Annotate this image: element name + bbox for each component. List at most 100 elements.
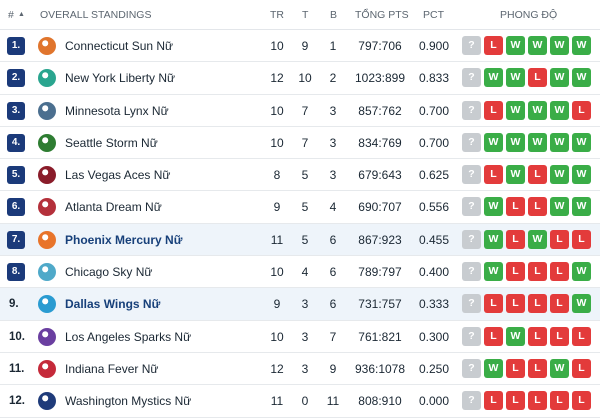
form-result-chip[interactable]: W [572, 36, 591, 55]
upcoming-match-chip[interactable]: ? [462, 165, 481, 185]
form-result-chip[interactable]: L [506, 358, 525, 378]
form-result-chip[interactable]: L [484, 391, 503, 411]
form-result-chip[interactable]: W [484, 132, 503, 152]
form-result-chip[interactable]: L [506, 294, 525, 314]
form-result-chip[interactable]: W [484, 229, 503, 249]
form-result-chip[interactable]: W [550, 36, 569, 55]
team-name-link[interactable]: Seattle Storm Nữ [65, 136, 158, 150]
form-result-chip[interactable]: W [506, 165, 525, 185]
form-result-chip[interactable]: L [550, 294, 569, 314]
team-name-link[interactable]: Chicago Sky Nữ [65, 265, 152, 279]
table-row[interactable]: 7. Phoenix Mercury Nữ 11 5 6 867:923 0.455? W L W… [0, 223, 600, 257]
form-result-chip[interactable]: W [550, 68, 569, 88]
upcoming-match-chip[interactable]: ? [462, 358, 481, 378]
form-result-chip[interactable]: W [484, 262, 503, 282]
form-result-chip[interactable]: W [528, 36, 547, 55]
form-result-chip[interactable]: W [572, 68, 591, 88]
table-row[interactable]: 9. Dallas Wings Nữ 9 3 6 731:757 0.333? L L L L W [0, 288, 600, 321]
team-name-link[interactable]: Washington Mystics Nữ [65, 394, 191, 408]
form-result-chip[interactable]: W [506, 36, 525, 55]
form-result-chip[interactable]: L [572, 358, 591, 378]
form-result-chip[interactable]: W [572, 197, 591, 217]
upcoming-match-chip[interactable]: ? [462, 294, 481, 314]
table-row[interactable]: 1. Connecticut Sun Nữ 10 9 1 797:706 0.900? L W W… [0, 30, 600, 63]
form-result-chip[interactable]: L [550, 229, 569, 249]
upcoming-match-chip[interactable]: ? [462, 326, 481, 346]
upcoming-match-chip[interactable]: ? [462, 132, 481, 152]
wins-header[interactable]: T [302, 9, 308, 21]
losses-header[interactable]: B [330, 9, 337, 21]
form-result-chip[interactable]: W [572, 132, 591, 152]
form-result-chip[interactable]: L [484, 294, 503, 314]
form-result-chip[interactable]: L [528, 326, 547, 346]
form-result-chip[interactable]: W [572, 262, 591, 282]
upcoming-match-chip[interactable]: ? [462, 68, 481, 88]
form-result-chip[interactable]: W [506, 326, 525, 346]
form-result-chip[interactable]: L [528, 358, 547, 378]
team-name-link[interactable]: Connecticut Sun Nữ [65, 39, 173, 53]
form-result-chip[interactable]: L [528, 165, 547, 185]
form-result-chip[interactable]: L [528, 197, 547, 217]
form-result-chip[interactable]: W [550, 100, 569, 120]
team-name-link[interactable]: Indiana Fever Nữ [65, 362, 158, 376]
form-result-chip[interactable]: L [484, 100, 503, 120]
sort-arrow-icon[interactable]: ▲ [18, 11, 25, 18]
table-row[interactable]: 2. New York Liberty Nữ 12 10 2 1023:899 0.833?… [0, 62, 600, 95]
team-name-link[interactable]: Dallas Wings Nữ [65, 297, 160, 311]
rank-header[interactable]: # [8, 9, 14, 21]
form-result-chip[interactable]: L [572, 100, 591, 120]
upcoming-match-chip[interactable]: ? [462, 197, 481, 217]
form-result-chip[interactable]: W [550, 358, 569, 378]
form-result-chip[interactable]: W [506, 100, 525, 120]
form-result-chip[interactable]: L [506, 391, 525, 411]
table-row[interactable]: 6. Atlanta Dream Nữ 9 5 4 690:707 0.556? W L L W W [0, 191, 600, 224]
form-result-chip[interactable]: L [528, 391, 547, 411]
table-row[interactable]: 10. Los Angeles Sparks Nữ 10 3 7 761:821 0.300… [0, 321, 600, 353]
table-row[interactable]: 8. Chicago Sky Nữ 10 4 6 789:797 0.400? W L L L W [0, 256, 600, 289]
team-name-link[interactable]: Los Angeles Sparks Nữ [65, 330, 191, 344]
form-result-chip[interactable]: W [506, 68, 525, 88]
form-result-chip[interactable]: W [550, 132, 569, 152]
table-row[interactable]: 12. Washington Mystics Nữ 11 0 11 808:910 0.00… [0, 385, 600, 418]
form-result-chip[interactable]: L [528, 68, 547, 88]
form-result-chip[interactable]: W [572, 165, 591, 185]
form-result-chip[interactable]: L [572, 229, 591, 249]
pct-header[interactable]: PCT [423, 9, 444, 21]
form-result-chip[interactable]: W [528, 100, 547, 120]
form-result-chip[interactable]: L [572, 391, 591, 411]
form-result-chip[interactable]: L [506, 262, 525, 282]
form-result-chip[interactable]: W [506, 132, 525, 152]
form-result-chip[interactable]: L [550, 391, 569, 411]
form-result-chip[interactable]: L [550, 262, 569, 282]
points-header[interactable]: TỔNG PTS [355, 9, 409, 21]
team-name-link[interactable]: Minnesota Lynx Nữ [65, 104, 169, 118]
table-row[interactable]: 5. Las Vegas Aces Nữ 8 5 3 679:643 0.625? L W L W W [0, 159, 600, 192]
table-row[interactable]: 3. Minnesota Lynx Nữ 10 7 3 857:762 0.700? L W W W… [0, 95, 600, 127]
table-row[interactable]: 11. Indiana Fever Nữ 12 3 9 936:1078 0.250? W L L… [0, 353, 600, 386]
upcoming-match-chip[interactable]: ? [462, 100, 481, 120]
form-result-chip[interactable]: W [484, 197, 503, 217]
form-result-chip[interactable]: L [528, 294, 547, 314]
form-result-chip[interactable]: L [484, 326, 503, 346]
form-result-chip[interactable]: L [550, 326, 569, 346]
upcoming-match-chip[interactable]: ? [462, 36, 481, 55]
form-result-chip[interactable]: L [484, 36, 503, 55]
upcoming-match-chip[interactable]: ? [462, 391, 481, 411]
form-result-chip[interactable]: L [572, 326, 591, 346]
played-header[interactable]: TR [270, 9, 284, 21]
team-name-link[interactable]: Atlanta Dream Nữ [65, 200, 162, 214]
form-result-chip[interactable]: W [550, 197, 569, 217]
team-name-link[interactable]: New York Liberty Nữ [65, 71, 175, 85]
form-result-chip[interactable]: L [506, 229, 525, 249]
team-name-link[interactable]: Las Vegas Aces Nữ [65, 168, 170, 182]
form-result-chip[interactable]: W [550, 165, 569, 185]
form-result-chip[interactable]: L [484, 165, 503, 185]
table-row[interactable]: 4. Seattle Storm Nữ 10 7 3 834:769 0.700? W W W W W [0, 127, 600, 160]
form-result-chip[interactable]: W [572, 294, 591, 314]
form-result-chip[interactable]: W [484, 358, 503, 378]
team-name-link[interactable]: Phoenix Mercury Nữ [65, 233, 182, 247]
form-result-chip[interactable]: W [484, 68, 503, 88]
form-result-chip[interactable]: W [528, 229, 547, 249]
form-result-chip[interactable]: L [506, 197, 525, 217]
upcoming-match-chip[interactable]: ? [462, 229, 481, 249]
